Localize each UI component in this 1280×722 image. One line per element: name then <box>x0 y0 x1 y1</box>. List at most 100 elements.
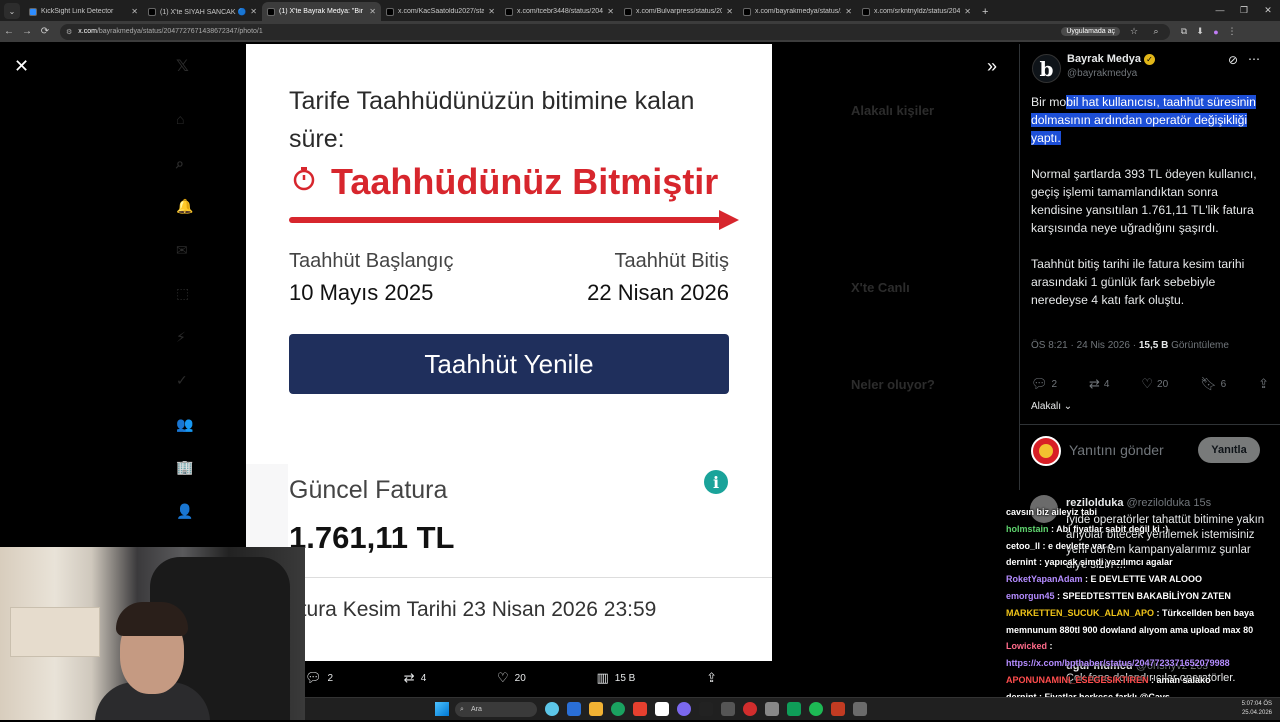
reply-icon: 💬︎ <box>305 670 322 685</box>
reply-input[interactable]: Yanıtını gönder <box>1069 442 1164 458</box>
chat-username: cetoo_ll <box>1006 540 1041 551</box>
tab-close-icon[interactable]: ✕ <box>488 7 495 16</box>
author-avatar[interactable]: b <box>1032 54 1061 83</box>
browser-tab[interactable]: x.com/bayrakmedya/status/20 ✕ <box>738 2 857 21</box>
tab-close-icon[interactable]: ✕ <box>607 7 614 16</box>
extensions-icon[interactable]: ⧉ <box>1176 26 1192 37</box>
forward-icon[interactable]: → <box>18 26 36 37</box>
close-viewer-icon[interactable]: ✕ <box>14 56 29 77</box>
browser-tab[interactable]: x.com/KacSaatoldu2027/statu ✕ <box>381 2 500 21</box>
browser-tab[interactable]: KickSight Link Detector ✕ <box>24 2 143 21</box>
commitment-card: Tarife Taahhüdünüzün bitimine kalan süre… <box>246 44 772 464</box>
tweet-paragraph-1-start: Bir mo <box>1031 95 1067 109</box>
reply-submit-button[interactable]: Yanıtla <box>1198 437 1260 463</box>
photo-views-button[interactable]: ▥ 15 B <box>596 670 635 686</box>
reply-icon: 💬︎ <box>1031 376 1048 391</box>
browser-tab[interactable]: x.com/Bulvarpress/status/2048 ✕ <box>619 2 738 21</box>
taskbar-app-icon[interactable] <box>655 702 669 716</box>
tab-title: KickSight Link Detector <box>41 8 114 15</box>
tab-title: x.com/tcebr3448/status/20477 <box>517 8 604 15</box>
minimize-icon[interactable]: — <box>1208 0 1232 21</box>
menu-icon[interactable]: ⋮ <box>1224 26 1240 37</box>
taskbar-app-icon[interactable] <box>809 702 823 716</box>
address-bar-row: ← → ⟳ ⚙ x.com/bayrakmedya/status/2047727… <box>0 21 1280 42</box>
taskbar-app-icon[interactable] <box>831 702 845 716</box>
repost-button[interactable]: ⇄ 4 <box>1089 376 1109 392</box>
taskbar-app-icon[interactable] <box>743 702 757 716</box>
chat-message: emorgun45 : SPEEDTESTTEN BAKABİLİYON ZAT… <box>1006 588 1280 605</box>
share-button[interactable]: ⇪ <box>1258 376 1269 392</box>
chat-message: RoketYapanAdam : E DEVLETTE VAR ALOOO <box>1006 571 1280 588</box>
taskbar-app-icon[interactable] <box>611 702 625 716</box>
browser-tab[interactable]: x.com/tcebr3448/status/20477 ✕ <box>500 2 619 21</box>
chat-message: MARKETTEN_SUCUK_ALAN_APO : Türkcellden b… <box>1006 605 1280 622</box>
sort-relevant-dropdown[interactable]: Alakalı ⌄ <box>1031 401 1072 412</box>
tab-close-icon[interactable]: ✕ <box>131 7 138 16</box>
more-icon[interactable]: ⋯ <box>1248 52 1260 66</box>
profile-icon[interactable]: ● <box>1208 27 1224 37</box>
maximize-icon[interactable]: ❐ <box>1232 0 1256 21</box>
chat-username: holmstain <box>1006 523 1049 534</box>
back-icon[interactable]: ← <box>0 26 18 37</box>
system-clock[interactable]: 5:07:04 ÖS 25.04.2026 <box>1242 700 1272 718</box>
taskbar-app-icon[interactable] <box>567 702 581 716</box>
bookmark-star-icon[interactable]: ☆ <box>1126 26 1142 37</box>
tweet-time[interactable]: ÖS 8:21 · 24 Nis 2026 · <box>1031 340 1139 351</box>
close-window-icon[interactable]: ✕ <box>1256 0 1280 21</box>
taskbar-app-icon[interactable] <box>677 702 691 716</box>
downloads-icon[interactable]: ⬇ <box>1192 26 1208 37</box>
photo-like-button[interactable]: ♡ 20 <box>497 670 526 686</box>
browser-tab-strip: ⌄ KickSight Link Detector ✕ (1) X'te SİYAH… <box>0 0 1280 21</box>
open-in-app-button[interactable]: Uygulamada aç <box>1061 27 1120 36</box>
browser-tab[interactable]: (1) X'te Bayrak Medya: "Bir mob ✕ <box>262 2 381 21</box>
new-tab-button[interactable]: + <box>982 6 996 18</box>
zoom-icon[interactable]: ⌕ <box>1148 26 1164 37</box>
repost-count: 4 <box>420 672 427 684</box>
site-info-icon[interactable]: ⚙ <box>66 28 72 36</box>
taskbar-app-icon[interactable] <box>589 702 603 716</box>
repost-icon: ⇄ <box>1089 376 1100 391</box>
views-count: 15 B <box>614 672 636 684</box>
author-name[interactable]: Bayrak Medya ✓ <box>1067 53 1155 65</box>
browser-tab[interactable]: x.com/srkntnyldz/status/20480 ✕ <box>857 2 976 21</box>
background-relevant-people: Alakalı kişiler <box>851 103 935 118</box>
taskbar-app-icon[interactable] <box>699 702 713 716</box>
repost-icon: ⇄ <box>403 670 415 685</box>
clock-date: 25.04.2026 <box>1241 710 1272 716</box>
author-handle[interactable]: @bayrakmedya <box>1067 68 1137 79</box>
taskbar-search[interactable]: ⌕ Ara <box>455 702 537 717</box>
tab-close-icon[interactable]: ✕ <box>845 7 852 16</box>
tab-title: (1) X'te Bayrak Medya: "Bir mob <box>279 8 365 15</box>
taskbar-app-icon[interactable] <box>765 702 779 716</box>
tab-close-icon[interactable]: ✕ <box>250 7 257 16</box>
browser-tab[interactable]: (1) X'te SİYAH SANCAK 🔵 Fe✕ <box>143 2 262 21</box>
url-field[interactable]: ⚙ x.com/bayrakmedya/status/2047727671438… <box>60 23 1170 40</box>
tweet-text: Bir mobil hat kullanıcısı, taahhüt süres… <box>1031 93 1271 327</box>
taskbar-app-icon[interactable] <box>633 702 647 716</box>
reload-icon[interactable]: ⟳ <box>36 26 54 37</box>
chat-text: memnunum 880tl 900 dowland alıyom ama up… <box>1006 624 1254 635</box>
bookmark-button[interactable]: 🔖︎ 6 <box>1200 376 1226 392</box>
taskbar-app-icon[interactable] <box>545 702 559 716</box>
search-icon: ⌕ <box>460 706 464 713</box>
tab-close-icon[interactable]: ✕ <box>369 7 376 16</box>
grok-icon[interactable]: ⊘ <box>1228 53 1238 67</box>
taskbar-app-icon[interactable] <box>853 702 867 716</box>
progress-arrow <box>289 210 739 230</box>
chat-message: cetoo_ll : e devlette var o <box>1006 538 1280 555</box>
like-button[interactable]: ♡ 20 <box>1141 376 1168 392</box>
tweet-photo[interactable]: Tarife Taahhüdünüzün bitimine kalan süre… <box>246 44 772 661</box>
background-nav: ⌂⌕🔔✉⬚⚡✓👥🏢👤⋯ <box>176 111 194 562</box>
windows-start-icon[interactable] <box>435 702 449 716</box>
tab-search-icon[interactable]: ⌄ <box>4 3 20 19</box>
taskbar-app-icon[interactable] <box>787 702 801 716</box>
tab-close-icon[interactable]: ✕ <box>726 7 733 16</box>
taskbar-app-icon[interactable] <box>721 702 735 716</box>
bookmark-count: 6 <box>1220 378 1227 390</box>
collapse-panel-icon[interactable]: » <box>987 56 997 77</box>
reply-button[interactable]: 💬︎ 2 <box>1031 376 1057 392</box>
tab-close-icon[interactable]: ✕ <box>964 7 971 16</box>
photo-reply-button[interactable]: 💬︎ 2 <box>305 670 333 686</box>
photo-repost-button[interactable]: ⇄ 4 <box>404 670 426 686</box>
photo-share-button[interactable]: ⇪ <box>706 670 717 686</box>
